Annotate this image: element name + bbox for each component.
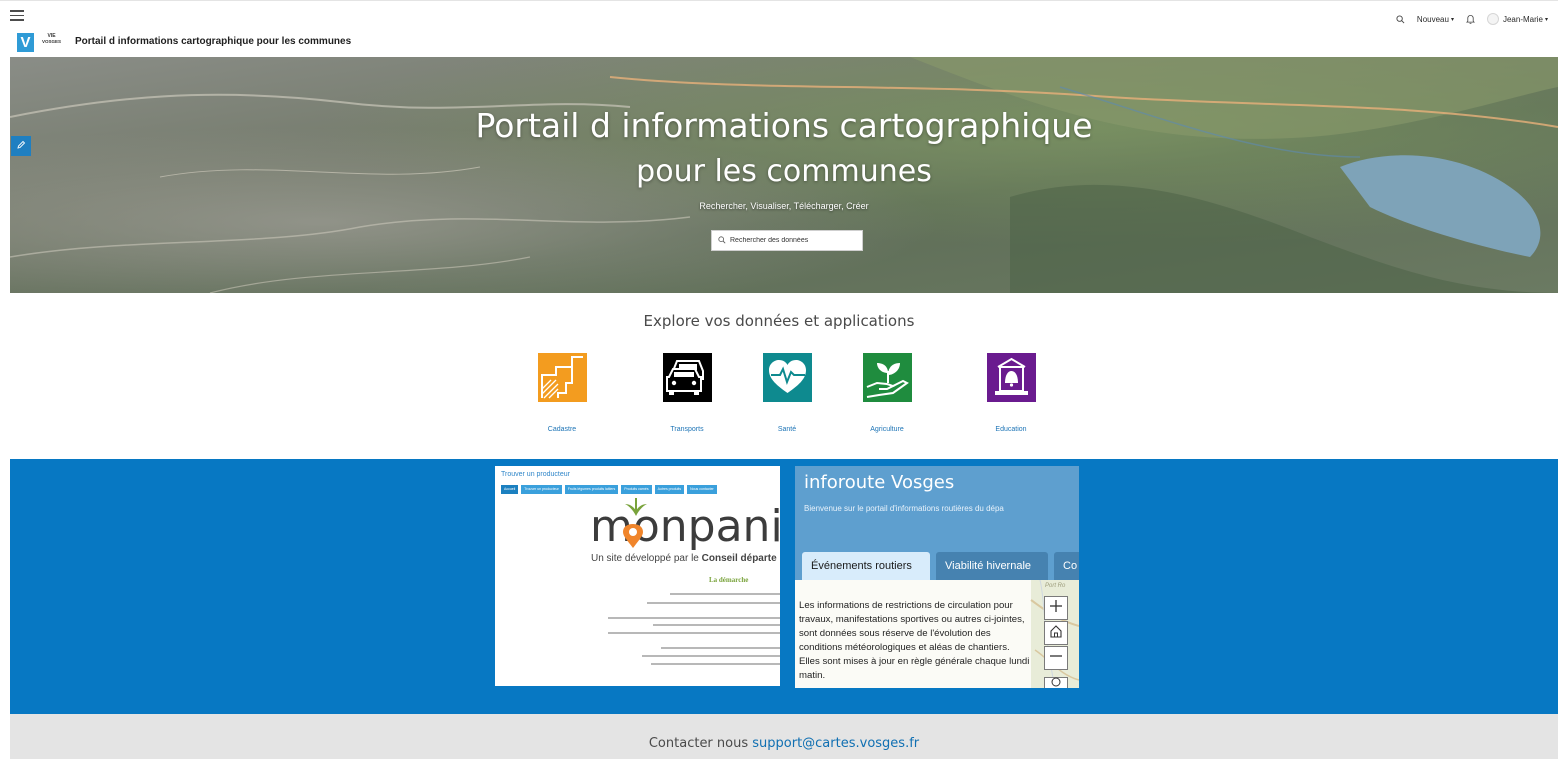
tile-label: Transports [670, 426, 704, 433]
footer-contact-prefix: Contacter nous [648, 736, 753, 751]
tile-cadastre[interactable]: Cadastre [522, 353, 602, 438]
logo-text-bottom: VOSGES [41, 39, 61, 44]
menu-icon[interactable] [10, 10, 24, 22]
edit-button[interactable] [11, 136, 31, 156]
monpanier-section-title: La démarche [709, 576, 749, 584]
monpanier-tab[interactable]: Trouver un producteur [521, 485, 562, 494]
heart-icon [762, 353, 812, 402]
featured-apps-band [10, 459, 1558, 714]
text-line [642, 655, 780, 657]
home-icon [1049, 624, 1063, 643]
text-line [661, 647, 780, 649]
tab-more[interactable]: Co [1054, 552, 1079, 580]
zoom-in-button[interactable] [1044, 596, 1068, 620]
support-email-link[interactable]: support@cartes.vosges.fr [752, 736, 919, 751]
plant-icon [862, 353, 912, 402]
site-title[interactable]: Portail d informations cartographique po… [75, 36, 351, 47]
vie-vosges-logo: VIE VOSGES [39, 34, 64, 50]
compass-icon [1050, 675, 1062, 688]
inforoute-app-card[interactable]: inforoute Vosges Bienvenue sur le portai… [795, 466, 1079, 688]
tile-label: Cadastre [547, 426, 577, 433]
tab-evenements-routiers[interactable]: Événements routiers [802, 552, 930, 580]
chevron-down-icon: ▾ [1544, 16, 1548, 23]
zoom-out-button[interactable] [1044, 646, 1068, 670]
locate-button[interactable] [1044, 677, 1068, 688]
text-line [608, 617, 780, 619]
new-menu-label: Nouveau [1416, 14, 1449, 24]
pencil-icon [16, 137, 26, 155]
monpanier-tab[interactable]: Nous contacter [687, 485, 717, 494]
monpanier-logo: monpanier [590, 501, 780, 552]
text-line [670, 593, 780, 595]
search-icon [1396, 14, 1405, 24]
hero-title-line-2: pour les communes [636, 154, 932, 189]
carrot-pin-icon [623, 524, 643, 548]
tile-label: Agriculture [870, 426, 904, 433]
monpanier-tabs: Accueil Trouver un producteur Fruits lég… [501, 485, 720, 494]
text-line [651, 663, 780, 665]
monpanier-developed-by: Un site développé par le Conseil départe [591, 553, 777, 564]
top-navigation-bar: Nouveau ▾ Jean-Marie ▾ [0, 0, 1558, 30]
monpanier-tab[interactable]: Produits carnés [621, 485, 652, 494]
tile-agriculture[interactable]: Agriculture [847, 353, 927, 438]
footer: Contacter nous support@cartes.vosges.fr [10, 714, 1558, 759]
tab-viabilite-hivernale[interactable]: Viabilité hivernale [936, 552, 1048, 580]
hero-title-line-1: Portail d informations cartographique [475, 106, 1093, 145]
vosges-logo[interactable]: V [17, 33, 34, 52]
developed-by-bold: Conseil départe [701, 553, 777, 564]
map-place-label: Port Ro [1045, 583, 1066, 589]
monpanier-tab[interactable]: Fruits légumes produits laitiers [564, 485, 619, 494]
monpanier-tab[interactable]: Accueil [501, 485, 519, 494]
search-button[interactable] [1396, 14, 1405, 24]
search-icon [718, 235, 726, 246]
new-menu-button[interactable]: Nouveau ▾ [1417, 15, 1454, 24]
minus-icon [1049, 649, 1063, 668]
plus-icon [1049, 599, 1063, 618]
search-input[interactable] [730, 237, 850, 244]
cadastre-icon [537, 353, 587, 402]
user-name: Jean-Marie [1502, 14, 1543, 24]
text-line [653, 624, 780, 626]
inforoute-info-text: Les informations de restrictions de circ… [799, 600, 1030, 681]
monpanier-header-link[interactable]: Trouver un producteur [501, 471, 570, 478]
school-icon [986, 353, 1036, 402]
text-line [608, 632, 780, 634]
inforoute-title: inforoute Vosges [804, 472, 955, 493]
notifications-button[interactable] [1465, 14, 1475, 24]
inforoute-subtitle: Bienvenue sur le portail d'informations … [804, 504, 1004, 513]
top-right-actions: Nouveau ▾ Jean-Marie ▾ [1384, 12, 1548, 26]
car-icon [662, 353, 712, 402]
developed-by-prefix: Un site développé par le [591, 553, 702, 564]
tile-label: Santé [777, 426, 797, 433]
home-button[interactable] [1044, 621, 1068, 645]
hero-subtitle: Rechercher, Visualiser, Télécharger, Cré… [699, 201, 869, 211]
monpanier-tab[interactable]: Autres produits [654, 485, 685, 494]
user-icon [1486, 13, 1499, 25]
monpanier-app-card[interactable]: Trouver un producteur Accueil Trouver un… [495, 466, 780, 686]
hero-search-box[interactable] [711, 230, 863, 251]
tile-transports[interactable]: Transports [647, 353, 727, 438]
explore-section-title: Explore vos données et applications [643, 312, 915, 330]
hero-banner: Portail d informations cartographique po… [10, 57, 1558, 293]
bell-icon [1465, 14, 1475, 24]
tile-label: Education [995, 426, 1027, 433]
tile-education[interactable]: Education [971, 353, 1051, 438]
tile-sante[interactable]: Santé [747, 353, 827, 438]
text-line [647, 602, 780, 604]
footer-contact: Contacter nous support@cartes.vosges.fr [10, 736, 1558, 751]
chevron-down-icon: ▾ [1450, 16, 1454, 23]
user-menu-button[interactable]: Jean-Marie ▾ [1486, 13, 1548, 25]
